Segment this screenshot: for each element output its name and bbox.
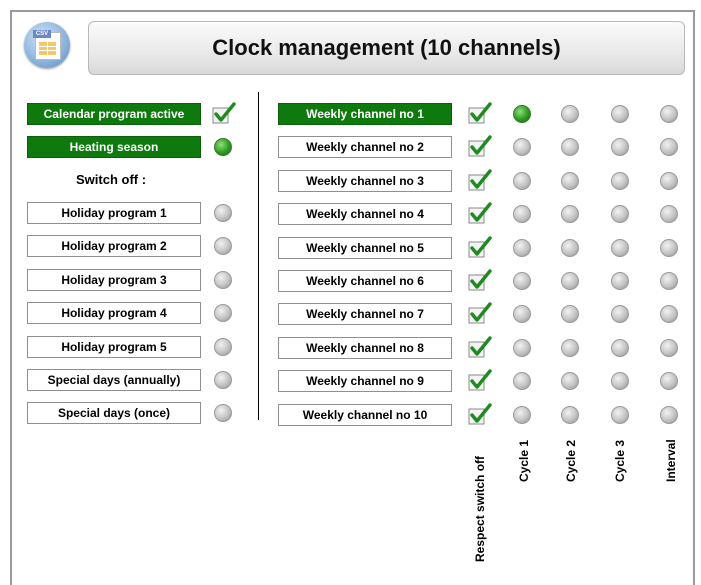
title-banner: Clock management (10 channels) [88, 21, 685, 75]
calendar-program-active-button[interactable]: Calendar program active [27, 103, 201, 125]
cycle-2-led[interactable] [561, 105, 579, 123]
cycle-3-led[interactable] [611, 238, 629, 257]
respect-switch-off-check-icon[interactable] [468, 368, 492, 392]
weekly-channel-button[interactable]: Weekly channel no 3 [278, 169, 452, 192]
cycle-2-led[interactable] [561, 171, 579, 190]
interval-led[interactable] [660, 338, 678, 357]
cycle-3-led[interactable] [611, 171, 629, 190]
cycle-2-led[interactable] [561, 238, 579, 257]
weekly-channel-button[interactable]: Weekly channel no 1 [278, 103, 452, 125]
column-header-cycle-1: Cycle 1 [517, 439, 531, 482]
switch-off-item-button[interactable]: Holiday program 1 [27, 202, 201, 224]
switch-off-label: Switch off : [76, 172, 147, 187]
interval-led[interactable] [660, 105, 678, 123]
respect-switch-off-check-icon[interactable] [468, 301, 492, 325]
weekly-channel-button[interactable]: Weekly channel no 5 [278, 236, 452, 259]
csv-file-icon-cells [39, 42, 56, 55]
csv-file-icon[interactable]: CSV [24, 22, 70, 68]
cycle-3-led[interactable] [611, 105, 629, 123]
section-divider [258, 92, 259, 420]
switch-off-item-button[interactable]: Holiday program 5 [27, 335, 201, 358]
respect-switch-off-check-icon[interactable] [468, 201, 492, 225]
cycle-2-led[interactable] [561, 338, 579, 357]
cycle-1-led[interactable] [513, 105, 531, 123]
column-header-cycle-3: Cycle 3 [613, 439, 627, 482]
column-header-respect-switch-off: Respect switch off [473, 455, 487, 562]
respect-switch-off-check-icon[interactable] [468, 268, 492, 292]
weekly-channel-button[interactable]: Weekly channel no 6 [278, 270, 452, 292]
weekly-channel-button[interactable]: Weekly channel no 4 [278, 203, 452, 226]
cycle-1-led[interactable] [513, 338, 531, 357]
switch-off-item-button[interactable]: Special days (once) [27, 402, 201, 425]
interval-led[interactable] [660, 405, 678, 424]
cycle-3-led[interactable] [611, 405, 629, 424]
switch-off-item-button[interactable]: Holiday program 3 [27, 268, 201, 291]
weekly-channel-button[interactable]: Weekly channel no 8 [278, 336, 452, 359]
respect-switch-off-check-icon[interactable] [468, 335, 492, 359]
switch-off-item-led [214, 337, 232, 356]
cycle-2-led[interactable] [561, 272, 579, 290]
heating-season-button[interactable]: Heating season [27, 136, 201, 158]
switch-off-item-button[interactable]: Holiday program 2 [27, 235, 201, 258]
respect-switch-off-check-icon[interactable] [468, 168, 492, 192]
cycle-2-led[interactable] [561, 405, 579, 424]
column-header-interval: Interval [664, 439, 678, 482]
weekly-channel-button[interactable]: Weekly channel no 7 [278, 303, 452, 326]
weekly-channel-button[interactable]: Weekly channel no 10 [278, 403, 452, 426]
cycle-3-led[interactable] [611, 338, 629, 357]
column-header-cycle-2: Cycle 2 [564, 439, 578, 482]
heating-season-led [214, 138, 232, 156]
cycle-1-led[interactable] [513, 272, 531, 290]
switch-off-item-led [214, 270, 232, 289]
calendar-program-active-check-icon[interactable] [212, 101, 236, 125]
switch-off-item-button[interactable]: Holiday program 4 [27, 302, 201, 325]
interval-led[interactable] [660, 272, 678, 290]
page-title: Clock management (10 channels) [212, 35, 561, 60]
cycle-1-led[interactable] [513, 171, 531, 190]
weekly-channel-button[interactable]: Weekly channel no 9 [278, 370, 452, 393]
interval-led[interactable] [660, 171, 678, 190]
respect-switch-off-check-icon[interactable] [468, 235, 492, 259]
switch-off-item-led [214, 371, 232, 389]
csv-file-icon-tag: CSV [33, 30, 51, 38]
cycle-1-led[interactable] [513, 405, 531, 424]
interval-led[interactable] [660, 238, 678, 257]
respect-switch-off-check-icon[interactable] [468, 402, 492, 426]
respect-switch-off-check-icon[interactable] [468, 134, 492, 158]
switch-off-item-led [214, 204, 232, 222]
csv-file-icon-sheet: CSV [33, 30, 61, 60]
switch-off-item-button[interactable]: Special days (annually) [27, 369, 201, 391]
panel-frame [10, 10, 695, 585]
weekly-channel-button[interactable]: Weekly channel no 2 [278, 136, 452, 159]
respect-switch-off-check-icon[interactable] [468, 101, 492, 125]
cycle-1-led[interactable] [513, 238, 531, 257]
cycle-3-led[interactable] [611, 272, 629, 290]
